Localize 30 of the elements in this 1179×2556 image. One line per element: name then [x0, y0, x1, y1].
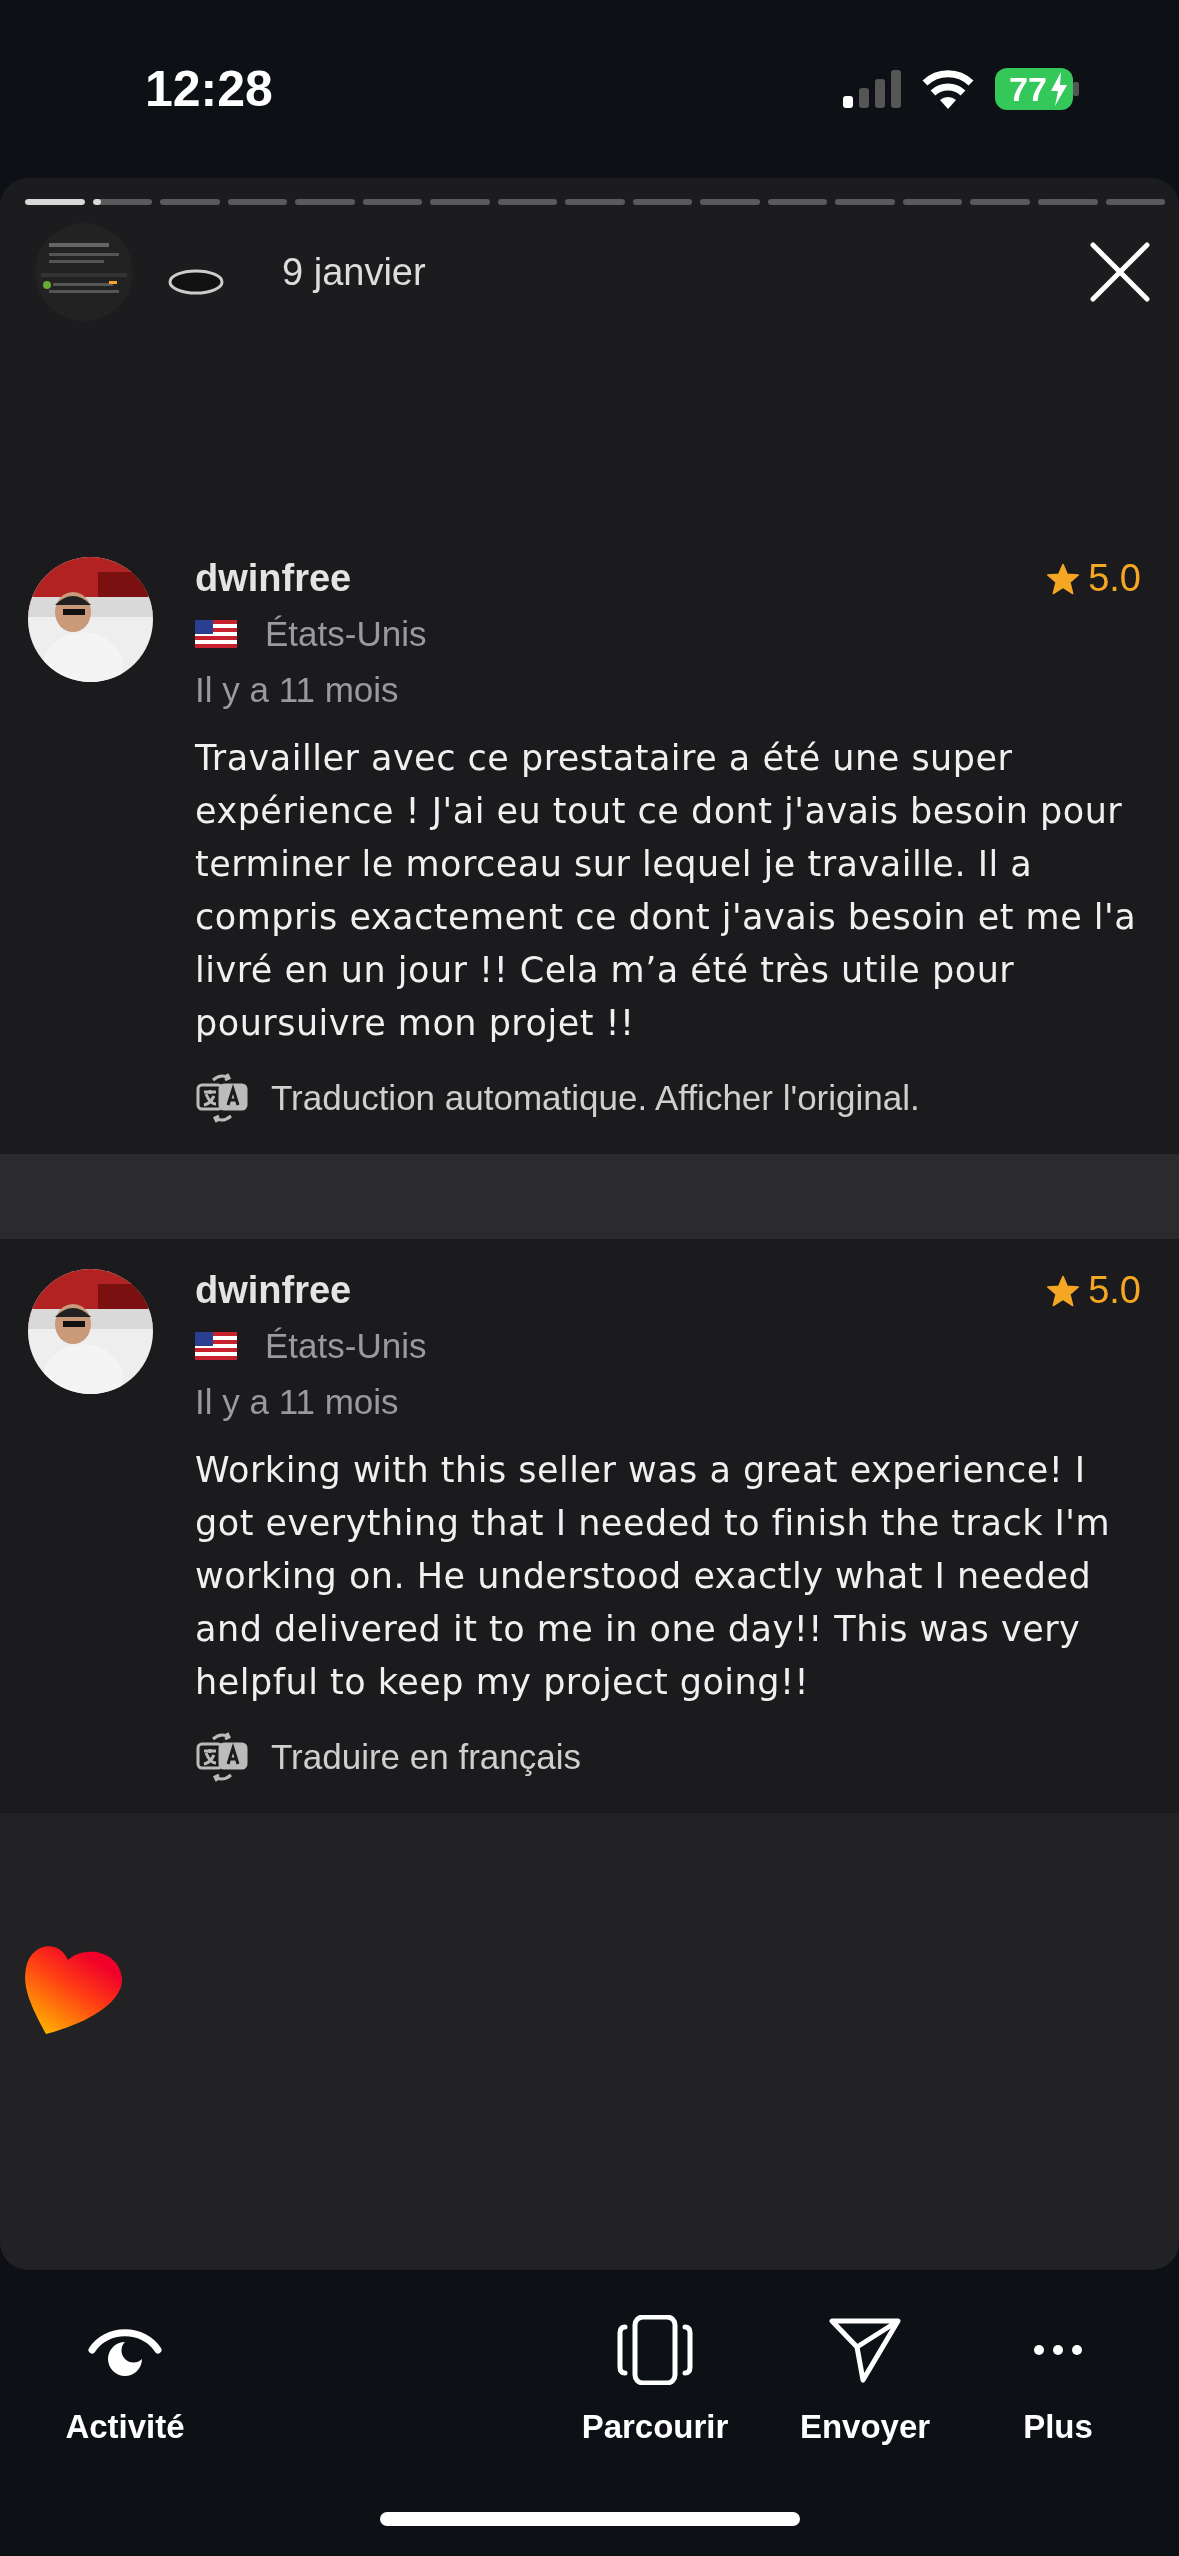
star-icon [1046, 562, 1081, 595]
rating-value: 5.0 [1088, 557, 1141, 600]
country-name: États-Unis [265, 1326, 427, 1366]
phones-icon [617, 2315, 693, 2385]
wifi-icon [921, 69, 975, 109]
battery-indicator: 77 [995, 68, 1079, 110]
clock-time: 12:28 [145, 60, 274, 118]
rating-value: 5.0 [1088, 1269, 1141, 1312]
story-date: 9 janvier [282, 250, 427, 294]
star-icon [1046, 1274, 1081, 1307]
flag-icon [195, 620, 237, 648]
reviewer-name: dwinfree [195, 557, 352, 600]
send-icon [829, 2317, 901, 2383]
translation-link[interactable]: Traduction automatique. Afficher l'original. [271, 1078, 920, 1118]
nav-button[interactable]: Activité [0, 2312, 250, 2446]
reviewer-name: dwinfree [195, 1269, 352, 1312]
signal-icon [843, 70, 901, 108]
more-icon [1033, 2344, 1083, 2356]
flag-icon [195, 1332, 237, 1360]
review-text: Travailler avec ce prestataire a été une super expérience ! J'ai eu tout ce dont j'avais besoin pour terminer le morceau sur lequel je travaille. Il a compris exactement ce dont j'avais besoin et me l'a livré en un jour !! Cela m’a été très utile pour poursuivre mon projet !! [195, 737, 1138, 1045]
review-time: Il y a 11 mois [195, 1382, 400, 1422]
nav-button[interactable]: Plus [980, 2312, 1136, 2446]
ellipse-icon [168, 269, 224, 295]
nav-button[interactable]: Envoyer [750, 2312, 980, 2446]
review-time: Il y a 11 mois [195, 670, 400, 710]
close-icon[interactable] [1089, 241, 1151, 303]
nav-button[interactable]: Parcourir [560, 2312, 750, 2446]
country-name: États-Unis [265, 614, 427, 654]
review-text: Working with this seller was a great experience! I got everything that I needed to finish the track I'm working on. He understood exactly what I needed and delivered it to me in one day!! This was very helpful to keep my project going!! [195, 1449, 1112, 1704]
translation-link[interactable]: Traduire en français [271, 1737, 581, 1777]
